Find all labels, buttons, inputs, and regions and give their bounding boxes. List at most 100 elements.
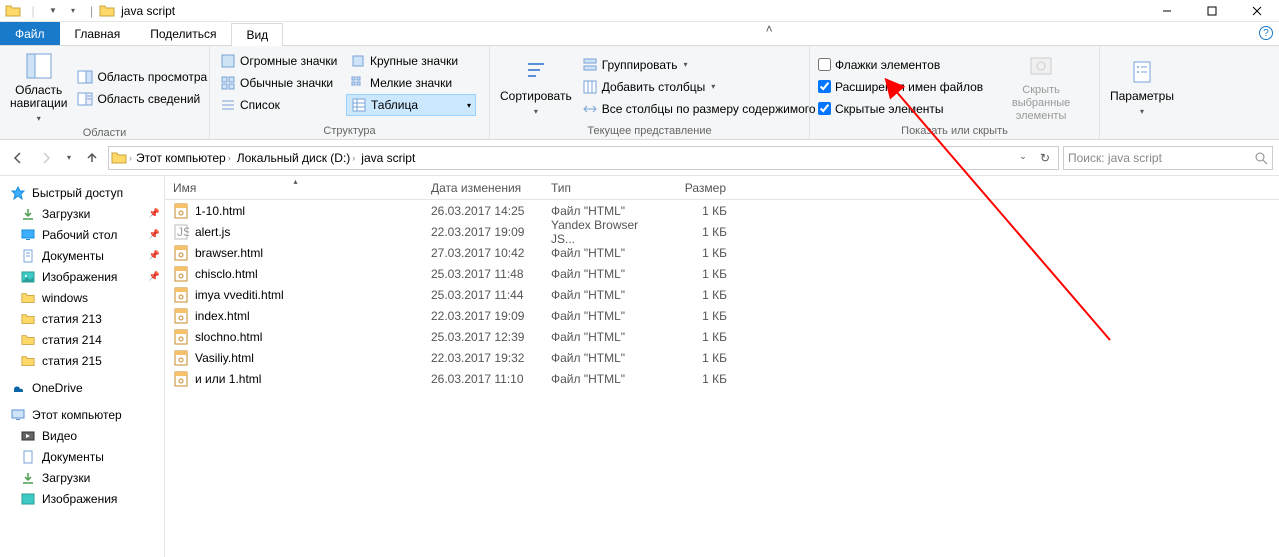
- folder-icon: [20, 311, 36, 327]
- col-size[interactable]: Размер: [665, 176, 735, 199]
- tab-share[interactable]: Поделиться: [135, 22, 231, 45]
- column-headers: Имя▴ Дата изменения Тип Размер: [165, 176, 1279, 200]
- sidebar-video[interactable]: Видео: [0, 425, 164, 446]
- file-name: brawser.html: [195, 246, 263, 260]
- sidebar-pictures2[interactable]: Изображения: [0, 488, 164, 509]
- search-icon[interactable]: [1254, 151, 1268, 165]
- file-date: 26.03.2017 11:10: [423, 372, 543, 386]
- pin-icon: 📌: [149, 271, 160, 282]
- details-pane-button[interactable]: Область сведений: [73, 88, 211, 110]
- preview-pane-button[interactable]: Область просмотра: [73, 66, 211, 88]
- sidebar-folder-214[interactable]: статия 214: [0, 329, 164, 350]
- layout-list[interactable]: Список: [216, 94, 346, 116]
- item-checkboxes-toggle[interactable]: Флажки элементов: [814, 54, 987, 76]
- sidebar-desktop[interactable]: Рабочий стол📌: [0, 224, 164, 245]
- layout-large[interactable]: Крупные значки: [346, 50, 476, 72]
- breadcrumb-segment[interactable]: java script: [359, 151, 417, 165]
- folder-icon: [20, 332, 36, 348]
- file-icon: [173, 287, 189, 303]
- help-icon[interactable]: ?: [1259, 26, 1273, 40]
- sidebar-downloads2[interactable]: Загрузки: [0, 467, 164, 488]
- pin-icon: 📌: [149, 208, 160, 219]
- address-dropdown-icon[interactable]: ⌄: [1012, 151, 1034, 165]
- back-button[interactable]: [6, 146, 30, 170]
- file-extensions-toggle[interactable]: Расширения имен файлов: [814, 76, 987, 98]
- table-row[interactable]: chisclo.html25.03.2017 11:48Файл "HTML"1…: [165, 263, 1279, 284]
- table-row[interactable]: index.html22.03.2017 19:09Файл "HTML"1 К…: [165, 305, 1279, 326]
- tab-view[interactable]: Вид: [231, 23, 283, 46]
- qat-chevron2-icon[interactable]: ▾: [64, 2, 82, 20]
- qat-chevron-icon[interactable]: ▼: [44, 2, 62, 20]
- star-icon: [10, 185, 26, 201]
- hide-selected-button[interactable]: Скрыть выбранные элементы: [987, 48, 1095, 125]
- tab-home[interactable]: Главная: [60, 22, 136, 45]
- address-bar[interactable]: › Этот компьютер› Локальный диск (D:)› j…: [108, 146, 1059, 170]
- col-type[interactable]: Тип: [543, 176, 665, 199]
- layout-table[interactable]: Таблица▾: [346, 94, 476, 116]
- search-input[interactable]: Поиск: java script: [1063, 146, 1273, 170]
- ribbon-tabs: Файл Главная Поделиться Вид ˄ ?: [0, 22, 1279, 46]
- desktop-icon: [20, 227, 36, 243]
- table-row[interactable]: 1-10.html26.03.2017 14:25Файл "HTML"1 КБ: [165, 200, 1279, 221]
- sort-button[interactable]: Сортировать ▾: [494, 48, 578, 125]
- autosize-columns-button[interactable]: Все столбцы по размеру содержимого: [578, 98, 820, 120]
- refresh-button[interactable]: ↻: [1034, 151, 1056, 165]
- breadcrumb-segment[interactable]: Этот компьютер›: [134, 151, 233, 165]
- checkbox-icon[interactable]: [818, 80, 831, 93]
- sidebar-folder-215[interactable]: статия 215: [0, 350, 164, 371]
- title-sep: |: [90, 4, 93, 18]
- file-type: Файл "HTML": [543, 204, 665, 218]
- ribbon-collapse-icon[interactable]: ˄: [760, 22, 779, 45]
- layout-medium[interactable]: Обычные значки: [216, 72, 346, 94]
- table-row[interactable]: imya vvediti.html 25.03.2017 11:44Файл "H…: [165, 284, 1279, 305]
- breadcrumb-segment[interactable]: Локальный диск (D:)›: [235, 151, 358, 165]
- add-columns-button[interactable]: Добавить столбцы▾: [578, 76, 820, 98]
- file-date: 22.03.2017 19:09: [423, 309, 543, 323]
- sidebar-thispc[interactable]: Этот компьютер: [0, 404, 164, 425]
- recent-dropdown[interactable]: ▾: [62, 146, 76, 170]
- minimize-button[interactable]: [1144, 0, 1189, 22]
- options-button[interactable]: Параметры ▾: [1104, 48, 1180, 125]
- col-name[interactable]: Имя▴: [165, 176, 423, 199]
- tab-file[interactable]: Файл: [0, 22, 60, 45]
- chevron-right-icon[interactable]: ›: [129, 153, 132, 163]
- file-type: Файл "HTML": [543, 288, 665, 302]
- table-row[interactable]: Vasiliy.html22.03.2017 19:32Файл "HTML"1…: [165, 347, 1279, 368]
- close-button[interactable]: [1234, 0, 1279, 22]
- file-icon: [173, 203, 189, 219]
- file-name: imya vvediti.html: [195, 288, 284, 302]
- sidebar-quickaccess[interactable]: Быстрый доступ: [0, 182, 164, 203]
- maximize-button[interactable]: [1189, 0, 1234, 22]
- sidebar-folder-windows[interactable]: windows: [0, 287, 164, 308]
- sidebar-folder-213[interactable]: статия 213: [0, 308, 164, 329]
- file-type: Файл "HTML": [543, 372, 665, 386]
- layout-small[interactable]: Мелкие значки: [346, 72, 476, 94]
- file-icon: [173, 245, 189, 261]
- file-date: 26.03.2017 14:25: [423, 204, 543, 218]
- checkbox-icon[interactable]: [818, 102, 831, 115]
- ribbon: Область навигации ▾ Область просмотра Об…: [0, 46, 1279, 140]
- table-row[interactable]: и или 1.html26.03.2017 11:10Файл "HTML"1…: [165, 368, 1279, 389]
- forward-button[interactable]: [34, 146, 58, 170]
- nav-pane-button[interactable]: Область навигации ▾: [4, 48, 73, 127]
- layout-huge[interactable]: Огромные значки: [216, 50, 346, 72]
- table-row[interactable]: slochno.html25.03.2017 12:39Файл "HTML"1…: [165, 326, 1279, 347]
- sidebar-onedrive[interactable]: OneDrive: [0, 377, 164, 398]
- table-row[interactable]: JSalert.js22.03.2017 19:09Yandex Browser…: [165, 221, 1279, 242]
- up-button[interactable]: [80, 146, 104, 170]
- table-row[interactable]: brawser.html27.03.2017 10:42Файл "HTML"1…: [165, 242, 1279, 263]
- sidebar-documents[interactable]: Документы📌: [0, 245, 164, 266]
- group-by-button[interactable]: Группировать▾: [578, 54, 820, 76]
- title-folder-icon: [99, 3, 115, 19]
- chevron-right-icon[interactable]: ›: [228, 153, 231, 163]
- group-label-currentview: Текущее представление: [494, 125, 805, 139]
- hidden-items-toggle[interactable]: Скрытые элементы: [814, 98, 987, 120]
- sidebar-downloads[interactable]: Загрузки📌: [0, 203, 164, 224]
- sidebar-pictures[interactable]: Изображения📌: [0, 266, 164, 287]
- huge-icons-icon: [220, 53, 236, 69]
- checkbox-icon[interactable]: [818, 58, 831, 71]
- file-date: 25.03.2017 11:44: [423, 288, 543, 302]
- sidebar-documents2[interactable]: Документы: [0, 446, 164, 467]
- chevron-right-icon[interactable]: ›: [352, 153, 355, 163]
- col-date[interactable]: Дата изменения: [423, 176, 543, 199]
